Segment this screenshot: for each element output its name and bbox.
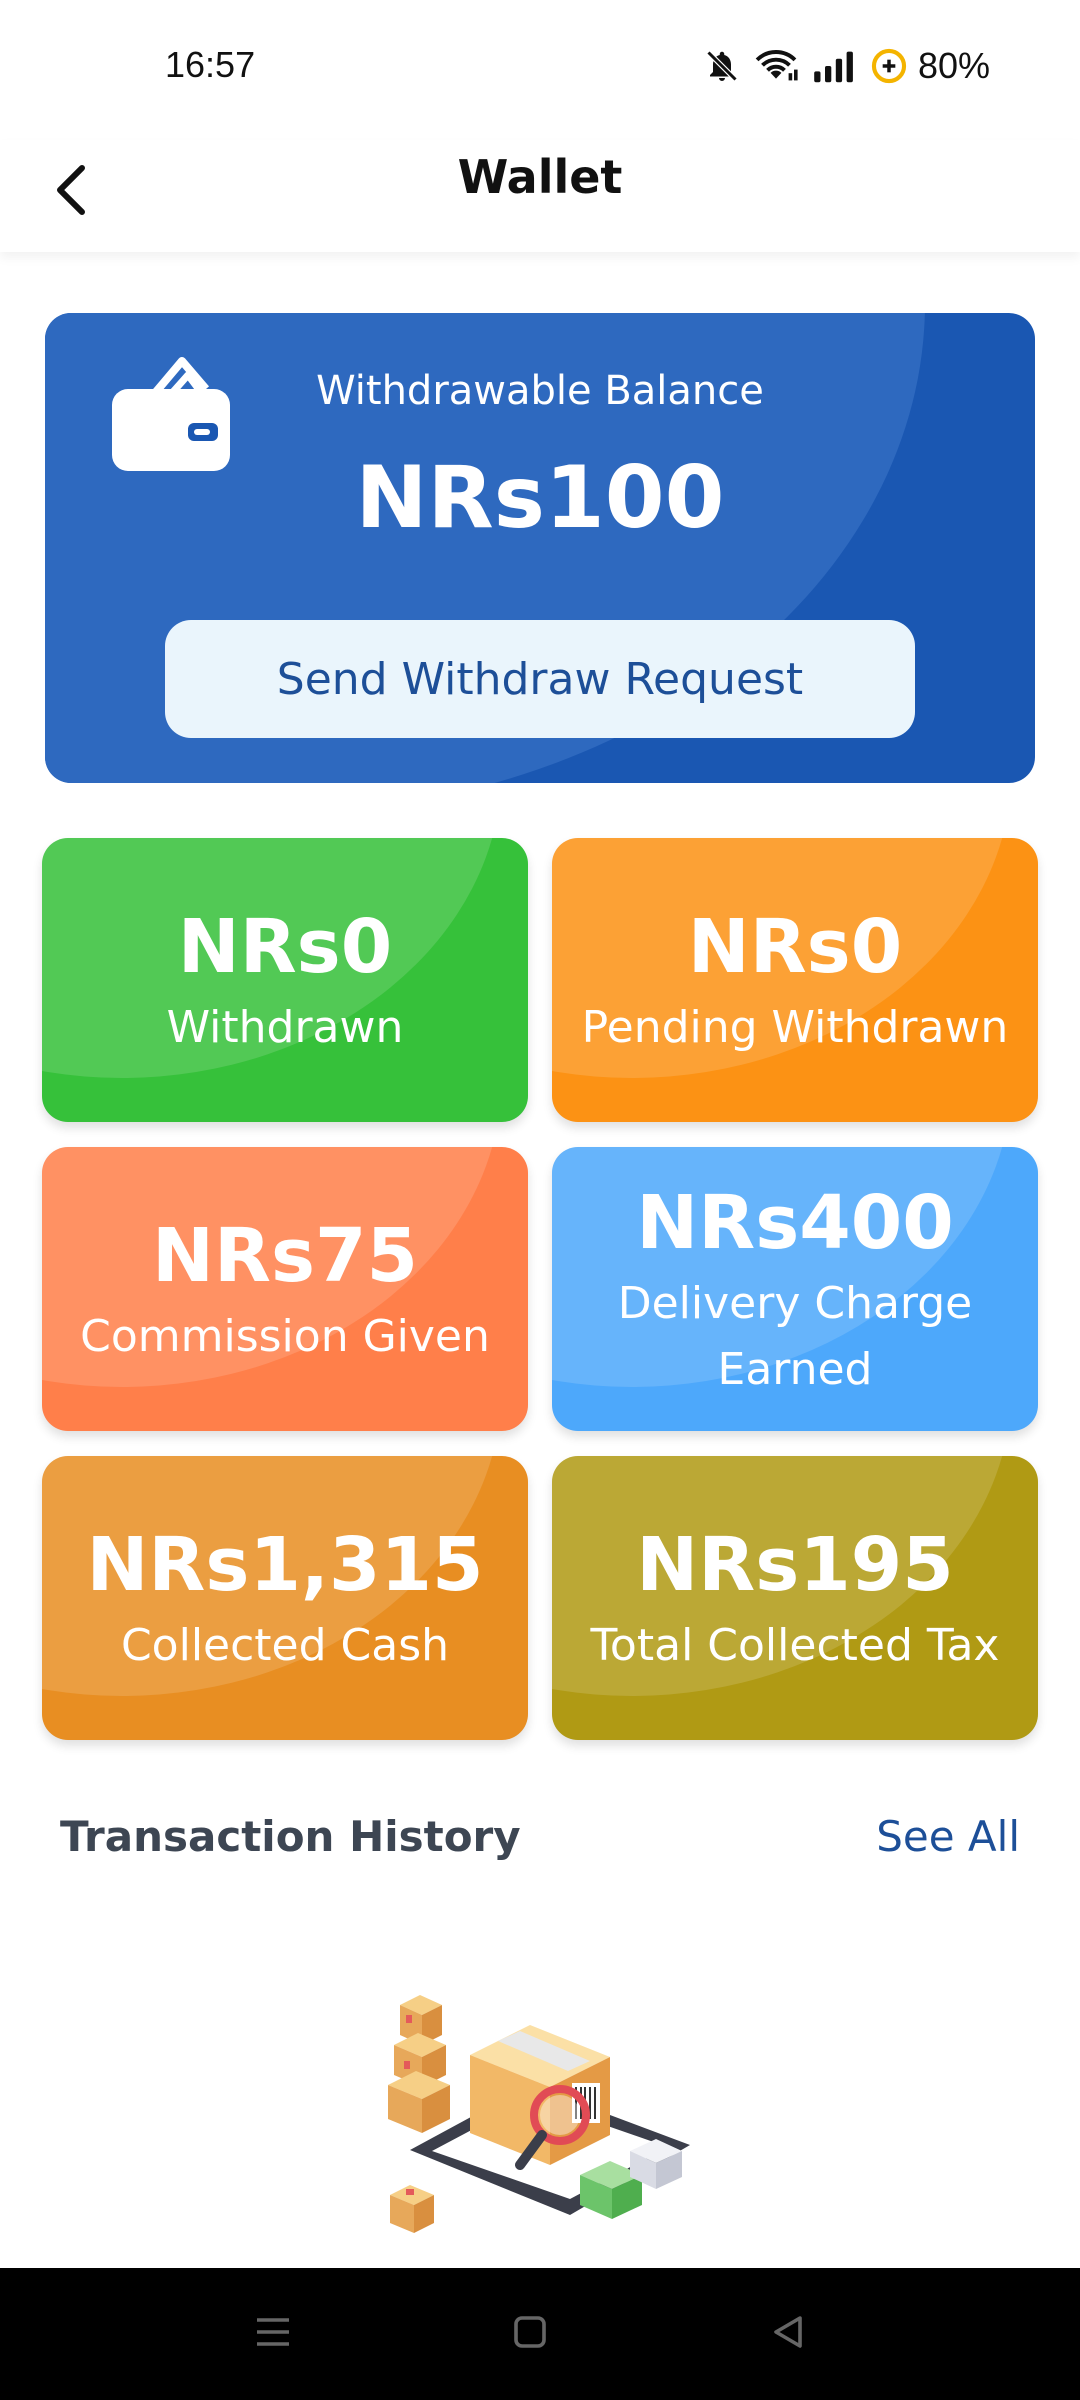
see-all-link[interactable]: See All xyxy=(876,1812,1020,1861)
back-icon xyxy=(768,2312,808,2356)
menu-icon xyxy=(253,2312,293,2356)
stat-tile-pending-withdrawn: NRs0 Pending Withdrawn xyxy=(552,838,1038,1122)
stat-label: Delivery Charge Earned xyxy=(617,1278,973,1395)
empty-packages-illustration xyxy=(380,1975,700,2245)
stat-value: NRs1,315 xyxy=(86,1522,484,1608)
bell-off-icon xyxy=(704,48,740,84)
nav-back-button[interactable] xyxy=(758,2304,818,2364)
home-icon xyxy=(510,2312,550,2356)
stat-tile-collected-cash: NRs1,315 Collected Cash xyxy=(42,1456,528,1740)
stat-label: Pending Withdrawn xyxy=(581,1002,1009,1053)
stat-tile-withdrawn: NRs0 Withdrawn xyxy=(42,838,528,1122)
battery-saver-icon xyxy=(870,47,908,85)
stat-tile-delivery-charge-earned: NRs400 Delivery Charge Earned xyxy=(552,1147,1038,1431)
app-bar: Wallet xyxy=(0,140,1080,252)
stat-value: NRs0 xyxy=(177,904,393,990)
wifi-icon xyxy=(754,48,798,84)
stat-tile-commission-given: NRs75 Commission Given xyxy=(42,1147,528,1431)
status-time: 16:57 xyxy=(165,44,256,85)
withdrawable-balance-label: Withdrawable Balance xyxy=(316,368,764,414)
nav-menu-button[interactable] xyxy=(243,2304,303,2364)
signal-icon xyxy=(812,48,856,84)
status-bar: 16:57 80% xyxy=(0,0,1080,140)
send-withdraw-request-button[interactable]: Send Withdraw Request xyxy=(165,620,915,738)
stat-value: NRs195 xyxy=(636,1522,954,1608)
battery-percent: 80% xyxy=(917,45,990,86)
stat-value: NRs75 xyxy=(152,1213,418,1299)
balance-card: Withdrawable Balance NRs100 Send Withdra… xyxy=(45,313,1035,783)
stat-label: Total Collected Tax xyxy=(590,1620,1000,1671)
page-title: Wallet xyxy=(457,150,623,204)
stat-value: NRs400 xyxy=(636,1180,954,1266)
stat-tile-total-collected-tax: NRs195 Total Collected Tax xyxy=(552,1456,1038,1740)
withdrawable-balance-amount: NRs100 xyxy=(355,448,725,548)
stat-label: Commission Given xyxy=(80,1311,490,1362)
transaction-history-title: Transaction History xyxy=(60,1812,521,1861)
stat-value: NRs0 xyxy=(687,904,903,990)
stat-label: Collected Cash xyxy=(120,1620,450,1671)
system-nav-bar xyxy=(0,2268,1080,2400)
stat-label: Withdrawn xyxy=(166,1002,404,1053)
nav-home-button[interactable] xyxy=(500,2304,560,2364)
status-icons: 80% xyxy=(704,44,990,88)
